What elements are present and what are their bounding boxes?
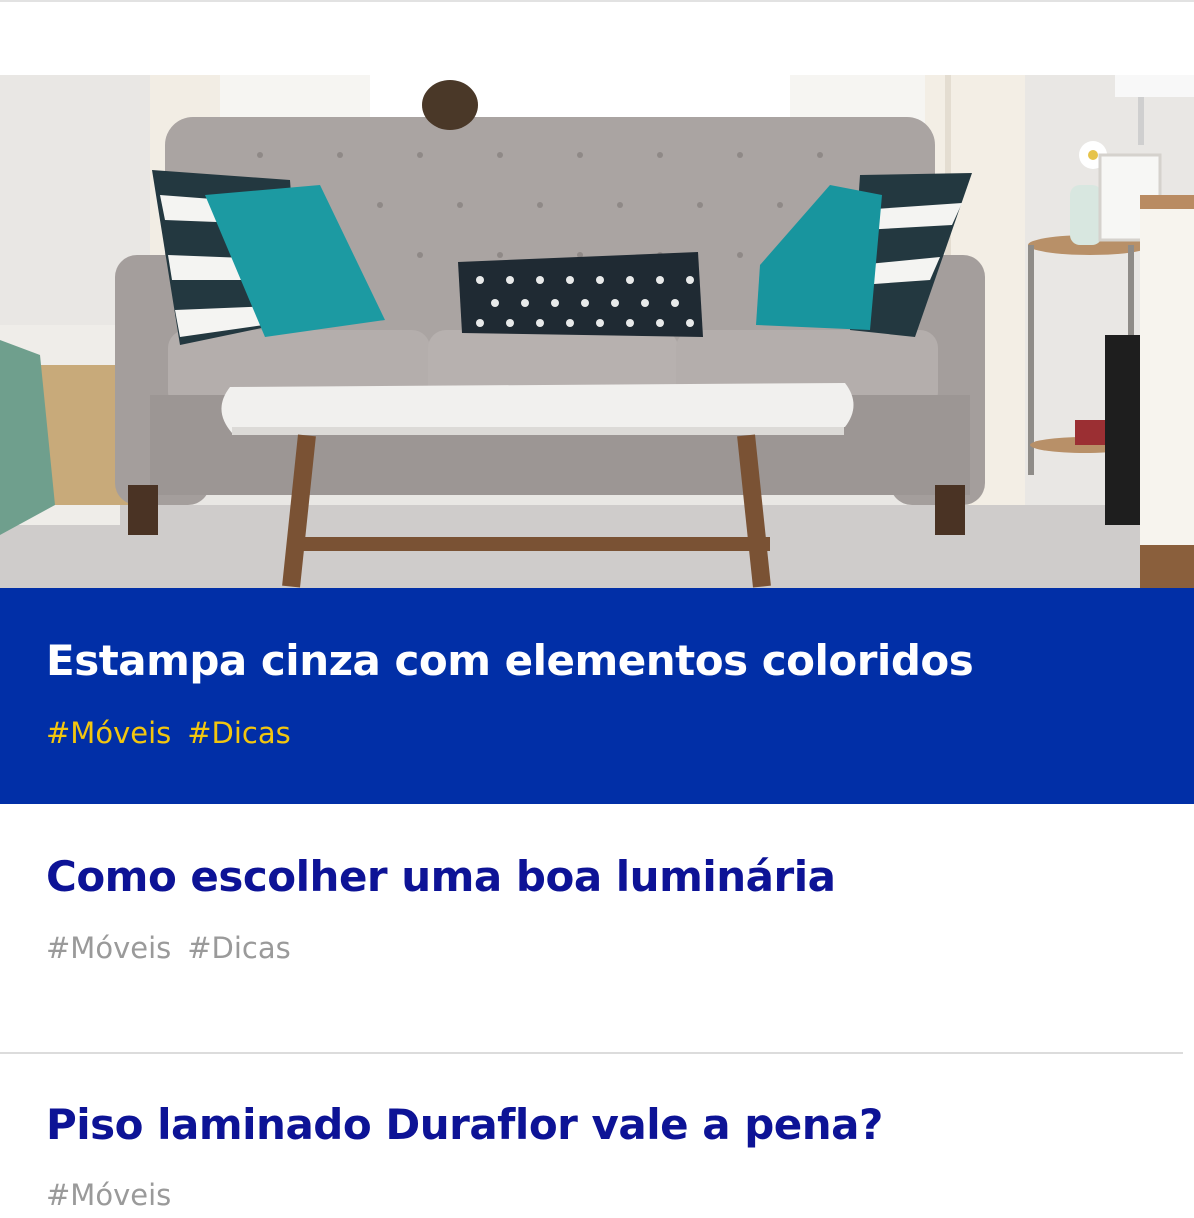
tag-dicas[interactable]: #Dicas (187, 931, 291, 965)
featured-post-title[interactable]: Estampa cinza com elementos coloridos (46, 636, 974, 685)
featured-post-image[interactable] (0, 75, 1194, 588)
post-title[interactable]: Piso laminado Duraflor vale a pena? (46, 1100, 883, 1149)
post-tags: #Móveis #Dicas (46, 931, 291, 965)
featured-post-card[interactable]: Estampa cinza com elementos coloridos #M… (0, 75, 1194, 804)
tag-dicas[interactable]: #Dicas (187, 716, 291, 750)
tag-moveis[interactable]: #Móveis (46, 716, 171, 750)
tag-moveis[interactable]: #Móveis (46, 931, 171, 965)
post-tags: #Móveis (46, 1178, 171, 1212)
top-divider (0, 0, 1194, 2)
tag-moveis[interactable]: #Móveis (46, 1178, 171, 1212)
post-divider (0, 1052, 1183, 1054)
featured-post-caption: Estampa cinza com elementos coloridos #M… (0, 588, 1194, 804)
post-title[interactable]: Como escolher uma boa luminária (46, 852, 836, 901)
featured-post-tags: #Móveis #Dicas (46, 716, 291, 750)
